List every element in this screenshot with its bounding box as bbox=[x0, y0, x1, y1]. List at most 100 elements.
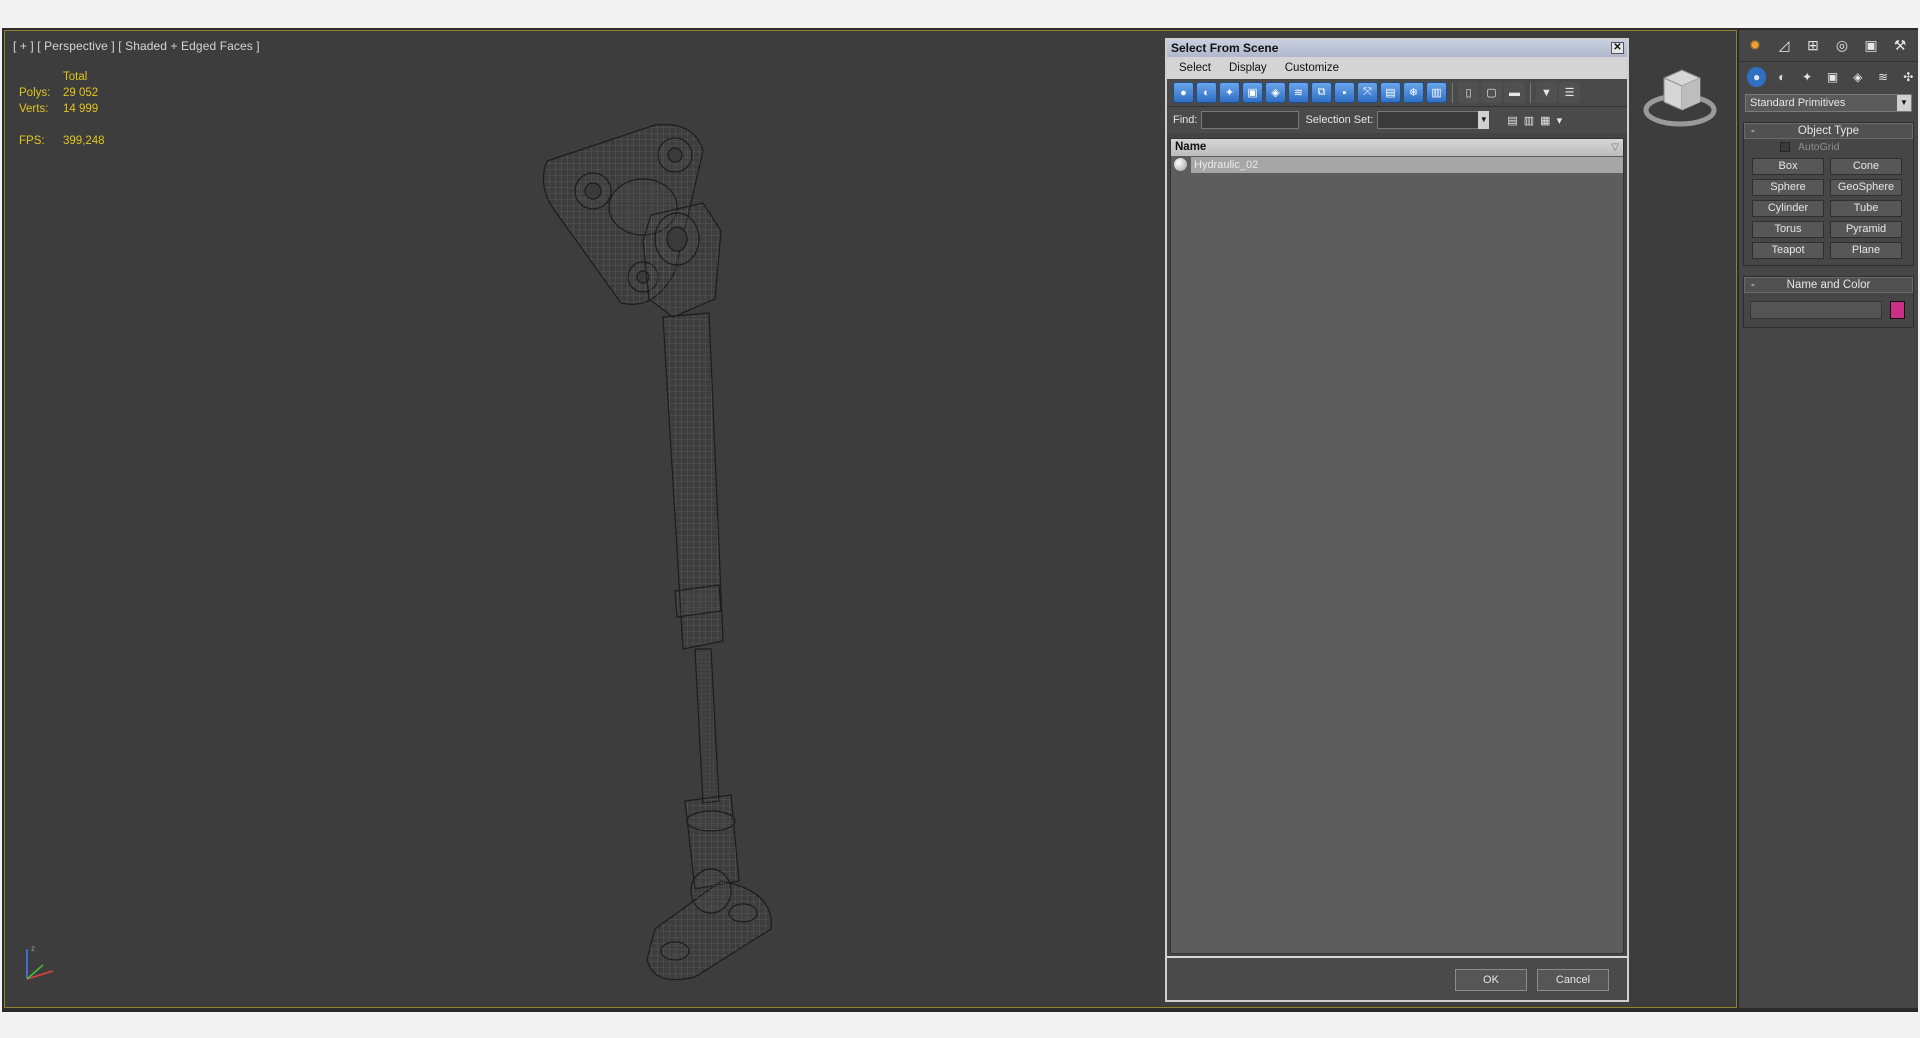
display-shapes-toggle-icon[interactable]: ◐ bbox=[1196, 82, 1217, 103]
find-row: Find: Selection Set: ▼ ▤ ▥ ▦ ▾ bbox=[1167, 107, 1627, 133]
motion-tab-icon[interactable]: ◎ bbox=[1832, 36, 1852, 56]
selection-set-tools: ▤ ▥ ▦ ▾ bbox=[1507, 114, 1562, 127]
pyramid-button[interactable]: Pyramid bbox=[1830, 221, 1902, 238]
geometry-type-dropdown[interactable]: Standard Primitives ▼ bbox=[1745, 94, 1912, 112]
autogrid-checkbox[interactable] bbox=[1780, 142, 1790, 152]
more-options-chevron-icon[interactable]: ▾ bbox=[1557, 114, 1563, 127]
toolbar-separator bbox=[1530, 82, 1531, 103]
filter-icon[interactable]: ▼ bbox=[1536, 82, 1557, 103]
sphere-button[interactable]: Sphere bbox=[1752, 179, 1824, 196]
menu-customize[interactable]: Customize bbox=[1285, 62, 1339, 74]
display-geometry-toggle-icon[interactable]: ● bbox=[1173, 82, 1194, 103]
add-to-selection-set-icon[interactable]: ▥ bbox=[1524, 114, 1534, 127]
display-invert-icon[interactable]: ▬ bbox=[1504, 82, 1525, 103]
svg-text:z: z bbox=[31, 944, 35, 953]
object-type-title: Object Type bbox=[1797, 125, 1860, 137]
display-frozen-toggle-icon[interactable]: ❄ bbox=[1403, 82, 1424, 103]
menu-select[interactable]: Select bbox=[1179, 62, 1211, 74]
display-groups-toggle-icon[interactable]: ⧉ bbox=[1311, 82, 1332, 103]
space-warps-category-icon[interactable]: ≋ bbox=[1873, 67, 1892, 87]
list-item-name: Hydraulic_02 bbox=[1191, 156, 1623, 173]
list-item[interactable]: Hydraulic_02 bbox=[1171, 156, 1623, 173]
stats-verts-label: Verts: bbox=[19, 103, 49, 115]
chevron-down-icon[interactable]: ▼ bbox=[1478, 111, 1490, 129]
autogrid-option[interactable]: AutoGrid bbox=[1744, 139, 1913, 155]
stats-fps-label: FPS: bbox=[19, 135, 45, 147]
geometry-object-icon bbox=[1174, 158, 1187, 171]
autogrid-label: AutoGrid bbox=[1798, 141, 1840, 153]
helpers-category-icon[interactable]: ◈ bbox=[1848, 67, 1867, 87]
toolbar-separator bbox=[1452, 82, 1453, 103]
box-button[interactable]: Box bbox=[1752, 158, 1824, 175]
name-and-color-title: Name and Color bbox=[1786, 279, 1871, 291]
object-name-input[interactable] bbox=[1750, 301, 1882, 319]
systems-category-icon[interactable]: ✣ bbox=[1899, 67, 1918, 87]
cameras-category-icon[interactable]: ▣ bbox=[1823, 67, 1842, 87]
geometry-type-value: Standard Primitives bbox=[1750, 97, 1846, 109]
stats-polys-label: Polys: bbox=[19, 87, 51, 99]
ok-button[interactable]: OK bbox=[1455, 969, 1527, 991]
hydraulic-model-wireframe[interactable] bbox=[525, 121, 825, 1001]
display-xrefs-toggle-icon[interactable]: ▪ bbox=[1334, 82, 1355, 103]
utilities-tab-icon[interactable]: ⚒ bbox=[1890, 36, 1910, 56]
axis-tripod-icon: z bbox=[26, 944, 54, 980]
list-column-header-name[interactable]: Name ▽ bbox=[1171, 139, 1623, 156]
teapot-button[interactable]: Teapot bbox=[1752, 242, 1824, 259]
display-lights-toggle-icon[interactable]: ✦ bbox=[1219, 82, 1240, 103]
display-none-icon[interactable]: ▢ bbox=[1481, 82, 1502, 103]
stats-polys-value: 29 052 bbox=[63, 87, 99, 99]
display-bones-toggle-icon[interactable]: ⤧ bbox=[1357, 82, 1378, 103]
select-from-scene-dialog: Select From Scene ✕ Select Display Custo… bbox=[1165, 38, 1629, 1002]
lights-category-icon[interactable]: ✦ bbox=[1798, 67, 1817, 87]
object-type-rollout-header[interactable]: - Object Type bbox=[1744, 123, 1913, 139]
cancel-button[interactable]: Cancel bbox=[1537, 969, 1609, 991]
find-label: Find: bbox=[1173, 114, 1198, 126]
selection-set-dropdown[interactable]: ▼ bbox=[1377, 111, 1490, 129]
object-color-swatch[interactable] bbox=[1890, 301, 1905, 319]
viewport-label[interactable]: [ + ] [ Perspective ] [ Shaded + Edged F… bbox=[13, 39, 260, 53]
display-cameras-toggle-icon[interactable]: ▣ bbox=[1242, 82, 1263, 103]
stats-verts-value: 14 999 bbox=[63, 103, 99, 115]
modify-tab-icon[interactable]: ◿ bbox=[1774, 36, 1794, 56]
dialog-footer: OK Cancel bbox=[1167, 956, 1627, 1000]
display-containers-toggle-icon[interactable]: ▤ bbox=[1380, 82, 1401, 103]
column-filter-icon[interactable]: ▽ bbox=[1611, 139, 1619, 156]
cone-button[interactable]: Cone bbox=[1830, 158, 1902, 175]
cylinder-button[interactable]: Cylinder bbox=[1752, 200, 1824, 217]
scene-object-list[interactable]: Name ▽ Hydraulic_02 bbox=[1170, 138, 1624, 954]
find-input[interactable] bbox=[1201, 111, 1300, 129]
primitive-buttons: Box Cone Sphere GeoSphere Cylinder Tube … bbox=[1744, 155, 1913, 265]
create-tab-icon[interactable]: ✹ bbox=[1745, 36, 1765, 56]
create-selection-set-icon[interactable]: ▤ bbox=[1507, 114, 1517, 127]
display-hidden-toggle-icon[interactable]: ▥ bbox=[1426, 82, 1447, 103]
geometry-category-icon[interactable]: ● bbox=[1747, 67, 1767, 87]
object-type-rollout: - Object Type AutoGrid Box Cone Sphere G… bbox=[1743, 122, 1914, 266]
remove-from-selection-set-icon[interactable]: ▦ bbox=[1540, 114, 1550, 127]
display-space-warps-toggle-icon[interactable]: ≋ bbox=[1288, 82, 1309, 103]
display-helpers-toggle-icon[interactable]: ◈ bbox=[1265, 82, 1286, 103]
name-and-color-rollout-header[interactable]: - Name and Color bbox=[1744, 277, 1913, 293]
dialog-close-button[interactable]: ✕ bbox=[1611, 42, 1624, 54]
command-panel: ✹ ◿ ⊞ ◎ ▣ ⚒ ● ◐ ✦ ▣ ◈ ≋ ✣ Standard Primi… bbox=[1738, 30, 1918, 1008]
plane-button[interactable]: Plane bbox=[1830, 242, 1902, 259]
torus-button[interactable]: Torus bbox=[1752, 221, 1824, 238]
viewcube-icon[interactable] bbox=[1642, 62, 1722, 132]
geosphere-button[interactable]: GeoSphere bbox=[1830, 179, 1902, 196]
command-panel-tabs: ✹ ◿ ⊞ ◎ ▣ ⚒ bbox=[1739, 30, 1918, 62]
display-all-icon[interactable]: ▯ bbox=[1458, 82, 1479, 103]
filter-options-icon[interactable]: ☰ bbox=[1559, 82, 1580, 103]
column-name-label: Name bbox=[1175, 141, 1207, 153]
hierarchy-tab-icon[interactable]: ⊞ bbox=[1803, 36, 1823, 56]
selection-set-label: Selection Set: bbox=[1305, 114, 1374, 126]
collapse-icon[interactable]: - bbox=[1751, 124, 1755, 138]
display-tab-icon[interactable]: ▣ bbox=[1861, 36, 1881, 56]
dialog-title-bar[interactable]: Select From Scene ✕ bbox=[1167, 40, 1627, 57]
stats-fps-value: 399,248 bbox=[63, 135, 105, 147]
menu-display[interactable]: Display bbox=[1229, 62, 1267, 74]
collapse-icon[interactable]: - bbox=[1751, 278, 1755, 292]
name-and-color-rollout: - Name and Color bbox=[1743, 276, 1914, 328]
create-subcategory-bar: ● ◐ ✦ ▣ ◈ ≋ ✣ bbox=[1739, 62, 1918, 92]
chevron-down-icon[interactable]: ▼ bbox=[1897, 95, 1911, 111]
shapes-category-icon[interactable]: ◐ bbox=[1772, 67, 1791, 87]
tube-button[interactable]: Tube bbox=[1830, 200, 1902, 217]
